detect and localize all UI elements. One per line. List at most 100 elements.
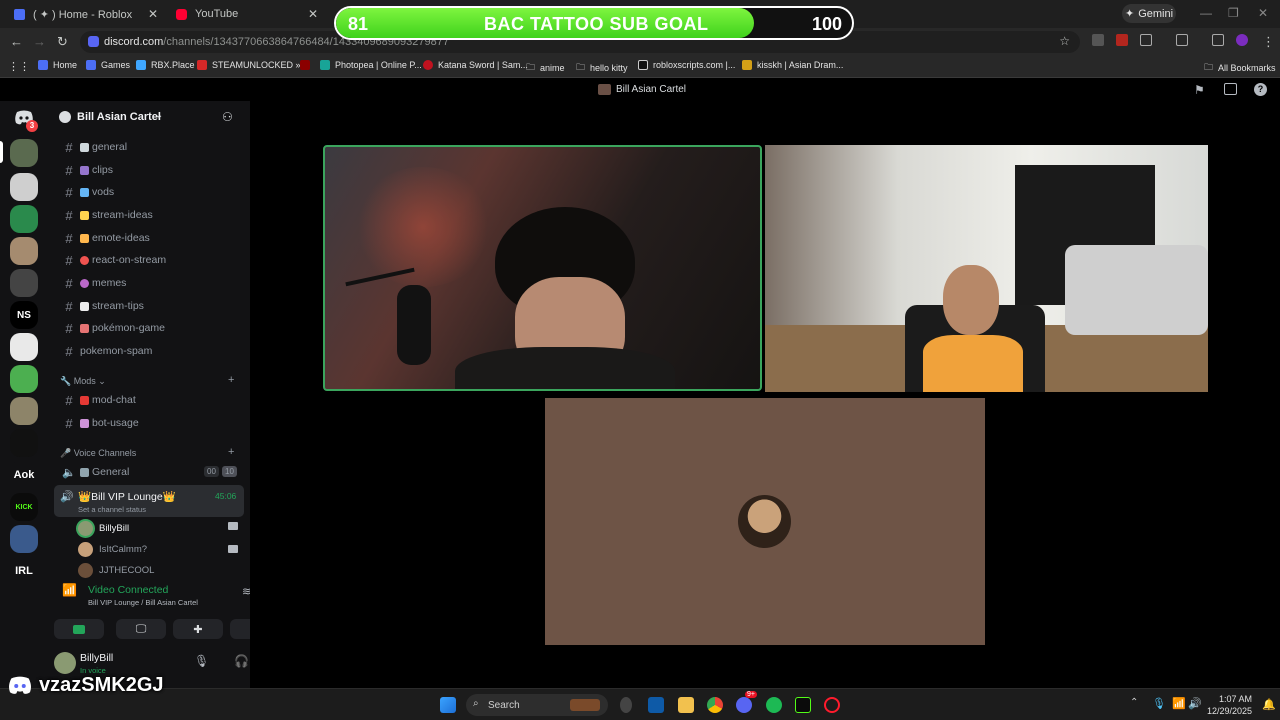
server-icon-5[interactable] bbox=[10, 269, 38, 297]
voice-user-jjthecool[interactable]: JJTHECOOL bbox=[78, 563, 154, 578]
camera-toggle-button[interactable] bbox=[54, 619, 104, 639]
microphone-icon[interactable]: 🎙 bbox=[1152, 697, 1166, 710]
voice-channel-vip-lounge[interactable]: 🔊 👑Bill VIP Lounge👑 45:06 Set a channel … bbox=[54, 485, 244, 517]
bookmark-robloxscripts[interactable]: robloxscripts.com |... bbox=[638, 60, 735, 70]
chevron-up-icon[interactable]: ⌃ bbox=[1130, 697, 1138, 708]
forward-arrow-icon[interactable]: → bbox=[33, 34, 46, 49]
volume-icon[interactable]: 🔊 bbox=[1188, 697, 1202, 710]
reading-list-icon[interactable] bbox=[1212, 34, 1224, 46]
chrome-icon[interactable] bbox=[707, 697, 723, 713]
close-tab-icon[interactable]: ✕ bbox=[148, 7, 158, 21]
bookmark-steamunlocked[interactable]: STEAMUNLOCKED »... bbox=[197, 60, 308, 70]
connection-status[interactable]: Video Connected bbox=[88, 584, 168, 596]
file-explorer-icon[interactable] bbox=[678, 697, 694, 713]
opera-gx-icon[interactable] bbox=[824, 697, 840, 713]
server-icon-2[interactable] bbox=[10, 173, 38, 201]
screen-share-button[interactable]: 🖵 bbox=[116, 619, 166, 639]
inbox-icon[interactable] bbox=[1224, 83, 1237, 95]
site-info-icon[interactable] bbox=[88, 36, 99, 47]
channel-pokemon-spam[interactable]: # pokemon-spam bbox=[58, 341, 242, 361]
channel-bot-usage[interactable]: # bot-usage bbox=[58, 413, 242, 433]
close-window-icon[interactable]: ✕ bbox=[1258, 6, 1268, 20]
server-ns[interactable]: NS bbox=[10, 301, 38, 329]
all-bookmarks[interactable]: 🗀 All Bookmarks bbox=[1204, 60, 1276, 76]
notification-bell-icon[interactable]: 🔔 bbox=[1262, 698, 1276, 711]
voice-channel-general[interactable]: 🔈 General 00 10 bbox=[58, 462, 242, 482]
bookmark-rbxplace[interactable]: RBX.Place bbox=[136, 60, 195, 70]
bookmark-folder-anime[interactable]: 🗀 anime bbox=[526, 60, 565, 76]
headphones-icon[interactable]: 🎧 bbox=[234, 654, 249, 668]
activities-button[interactable]: ✚ bbox=[173, 619, 223, 639]
bookmark-katana[interactable]: Katana Sword | Sam... bbox=[423, 60, 528, 70]
server-kick[interactable]: KICK bbox=[10, 493, 38, 521]
signal-icon[interactable]: 📶 bbox=[62, 583, 77, 597]
add-friend-icon[interactable]: ⚇ bbox=[222, 110, 233, 124]
profile-avatar[interactable] bbox=[1236, 34, 1248, 46]
system-clock[interactable]: 1:07 AM 12/29/2025 bbox=[1204, 693, 1252, 717]
windows-start-icon[interactable] bbox=[440, 697, 456, 713]
flag-icon[interactable]: ⚑ bbox=[1194, 83, 1205, 97]
server-icon-9[interactable] bbox=[10, 397, 38, 425]
bookmark-red[interactable] bbox=[300, 60, 315, 70]
channel-general[interactable]: # general bbox=[58, 137, 242, 157]
reload-icon[interactable]: ↻ bbox=[57, 34, 68, 50]
bookmark-photopea[interactable]: Photopea | Online P... bbox=[320, 60, 422, 70]
task-view-icon[interactable] bbox=[648, 697, 664, 713]
minimize-icon[interactable]: — bbox=[1200, 6, 1212, 20]
connection-location[interactable]: Bill VIP Lounge / Bill Asian Cartel bbox=[88, 598, 198, 607]
channel-react-on-stream[interactable]: # react-on-stream bbox=[58, 250, 242, 270]
server-bill-asian-cartel[interactable] bbox=[10, 139, 38, 167]
avatar[interactable] bbox=[54, 652, 76, 674]
channel-pokemon-game[interactable]: # pokémon-game bbox=[58, 318, 242, 338]
tab-search-icon[interactable] bbox=[1176, 34, 1188, 46]
server-icon-3[interactable] bbox=[10, 205, 38, 233]
apps-grid-icon[interactable]: ⋮⋮ bbox=[8, 60, 30, 73]
extensions-puzzle-icon[interactable] bbox=[1140, 34, 1152, 46]
category-mods[interactable]: 🔧 Mods ⌄ bbox=[60, 376, 106, 387]
bookmark-home[interactable]: Home bbox=[38, 60, 77, 70]
taskbar-search[interactable]: ⌕ Search bbox=[466, 694, 608, 716]
server-aok[interactable]: Aok bbox=[10, 461, 38, 489]
discord-taskbar-icon[interactable]: 9+ bbox=[736, 691, 757, 713]
channel-emote-ideas[interactable]: # emote-ideas bbox=[58, 228, 242, 248]
help-icon[interactable]: ? bbox=[1254, 83, 1267, 96]
app-icon[interactable] bbox=[795, 697, 811, 713]
wifi-icon[interactable]: 📶 bbox=[1172, 697, 1186, 710]
server-icon-8[interactable] bbox=[10, 365, 38, 393]
add-channel-icon[interactable]: + bbox=[228, 374, 234, 386]
add-channel-icon[interactable]: + bbox=[228, 446, 234, 458]
back-arrow-icon[interactable]: ← bbox=[10, 34, 23, 49]
channel-clips[interactable]: # clips bbox=[58, 160, 242, 180]
extension-icon[interactable] bbox=[1092, 34, 1104, 46]
video-tile-speaking[interactable] bbox=[323, 145, 762, 391]
server-icon-4[interactable] bbox=[10, 237, 38, 265]
bookmark-folder-hello-kitty[interactable]: 🗀 hello kitty bbox=[576, 60, 628, 76]
server-irl[interactable]: IRL bbox=[10, 557, 38, 585]
bookmark-kisskh[interactable]: kisskh | Asian Dram... bbox=[742, 60, 843, 70]
close-tab-icon[interactable]: ✕ bbox=[308, 7, 318, 21]
server-icon-13[interactable] bbox=[10, 525, 38, 553]
video-tile-bedroom[interactable] bbox=[765, 145, 1208, 392]
video-tile-avatar[interactable] bbox=[545, 398, 985, 645]
mouse-icon[interactable] bbox=[620, 697, 632, 713]
menu-kebab-icon[interactable]: ⋮ bbox=[1262, 34, 1275, 50]
microphone-icon[interactable]: 🎙 bbox=[194, 654, 209, 668]
username[interactable]: BillyBill bbox=[80, 652, 113, 664]
channel-vods[interactable]: # vods bbox=[58, 182, 242, 202]
channel-mod-chat[interactable]: # mod-chat bbox=[58, 390, 242, 410]
channel-stream-ideas[interactable]: # stream-ideas bbox=[58, 205, 242, 225]
spotify-icon[interactable] bbox=[766, 697, 782, 713]
server-header[interactable]: Bill Asian Cartel ⌄ ⚇ bbox=[48, 107, 250, 129]
discord-home-icon[interactable]: 3 bbox=[10, 104, 38, 132]
voice-user-billybill[interactable]: BillyBill bbox=[78, 521, 129, 536]
channel-stream-tips[interactable]: # stream-tips bbox=[58, 296, 242, 316]
extension-icon[interactable] bbox=[1116, 34, 1128, 46]
bookmark-star-icon[interactable]: ☆ bbox=[1059, 34, 1070, 48]
bookmark-games[interactable]: Games bbox=[86, 60, 130, 70]
tab-youtube[interactable]: YouTube ✕ bbox=[162, 4, 322, 24]
channel-status-hint[interactable]: Set a channel status bbox=[78, 505, 146, 514]
maximize-icon[interactable]: ❐ bbox=[1228, 6, 1239, 20]
server-icon-10[interactable] bbox=[10, 429, 38, 457]
channel-memes[interactable]: # memes bbox=[58, 273, 242, 293]
category-voice-channels[interactable]: 🎤 Voice Channels bbox=[60, 448, 136, 459]
